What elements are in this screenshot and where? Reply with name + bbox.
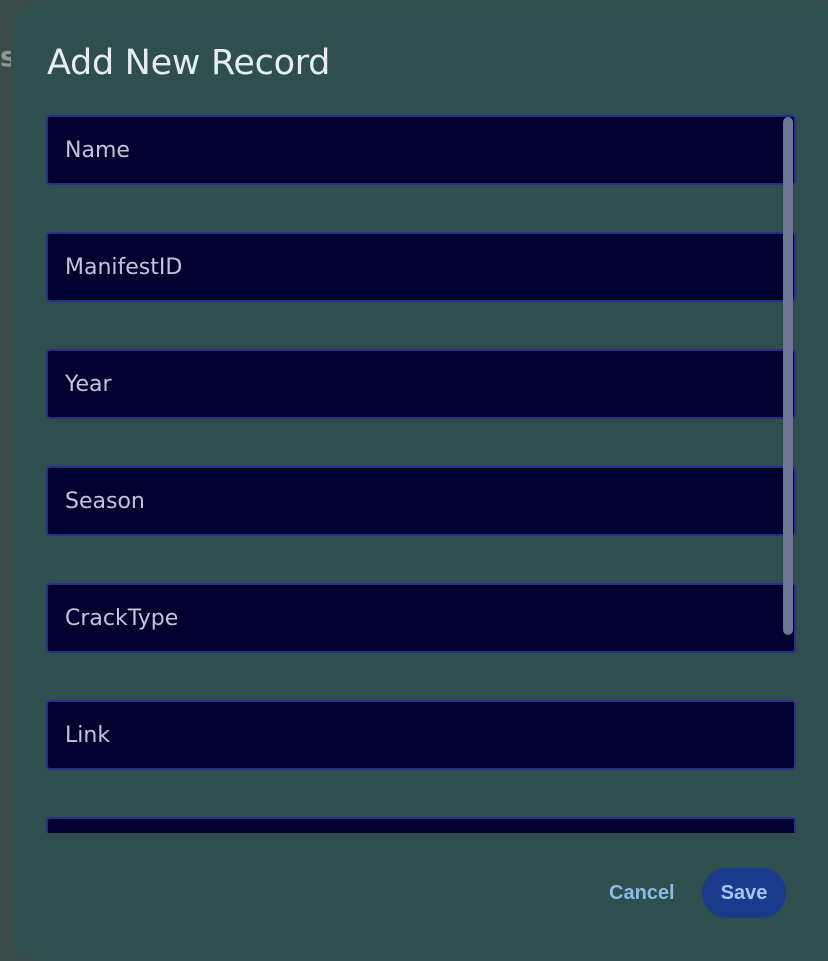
- name-input[interactable]: [48, 117, 794, 183]
- year-field[interactable]: [46, 349, 796, 419]
- cancel-button[interactable]: Cancel: [598, 868, 686, 918]
- year-input[interactable]: [48, 351, 794, 417]
- form-scroll-area[interactable]: [46, 115, 798, 833]
- crack-type-input[interactable]: [48, 585, 794, 651]
- manifest-id-field[interactable]: [46, 232, 796, 302]
- next-field-input[interactable]: [48, 819, 794, 833]
- next-field-partial[interactable]: [46, 817, 796, 833]
- crack-type-field[interactable]: [46, 583, 796, 653]
- form-scrollbar-thumb[interactable]: [783, 117, 793, 635]
- manifest-id-input[interactable]: [48, 234, 794, 300]
- dialog-title: Add New Record: [47, 43, 331, 83]
- season-input[interactable]: [48, 468, 794, 534]
- season-field[interactable]: [46, 466, 796, 536]
- add-record-dialog: Add New Record: [11, 1, 828, 961]
- save-button[interactable]: Save: [702, 868, 786, 918]
- link-input[interactable]: [48, 702, 794, 768]
- link-field[interactable]: [46, 700, 796, 770]
- name-field[interactable]: [46, 115, 796, 185]
